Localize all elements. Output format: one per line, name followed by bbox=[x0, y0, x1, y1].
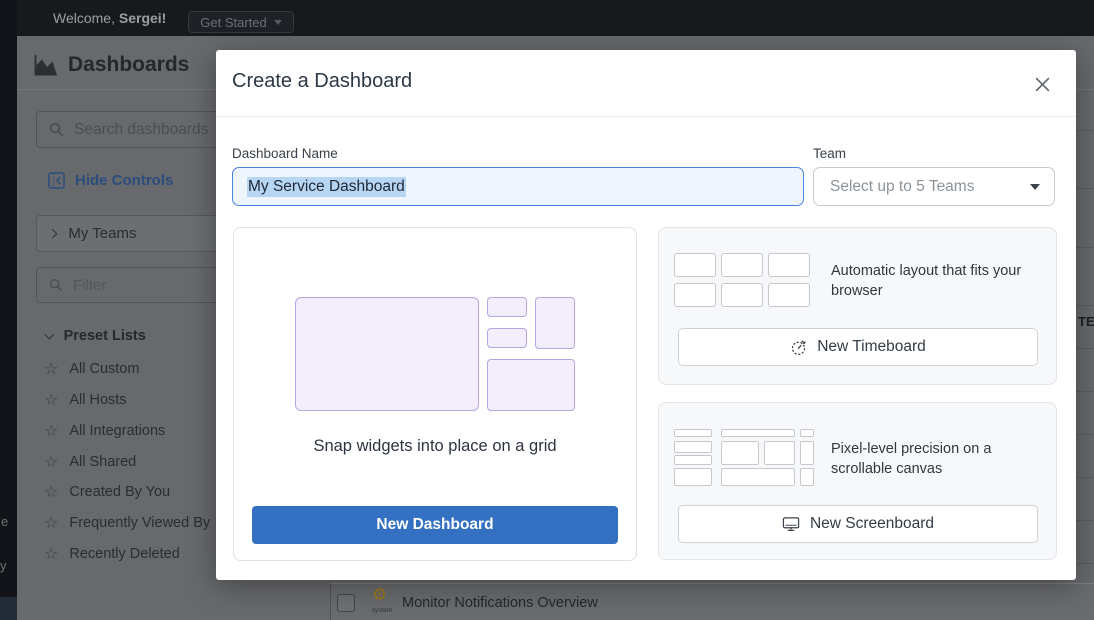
table-row-separator bbox=[1076, 247, 1094, 248]
dashboard-name-value: My Service Dashboard bbox=[247, 177, 406, 197]
preset-item-all-integrations[interactable]: ☆ All Integrations bbox=[44, 423, 165, 439]
widget-shape bbox=[768, 283, 810, 307]
filter-placeholder: Filter bbox=[73, 277, 106, 294]
preset-item-recently-deleted[interactable]: ☆ Recently Deleted bbox=[44, 546, 180, 562]
chevron-down-icon bbox=[45, 330, 54, 339]
preset-item-all-custom[interactable]: ☆ All Custom bbox=[44, 361, 139, 377]
table-row-separator bbox=[1076, 391, 1094, 392]
star-icon: ☆ bbox=[44, 361, 58, 377]
widget-shape bbox=[487, 297, 527, 317]
search-icon bbox=[49, 278, 63, 292]
team-select-placeholder: Select up to 5 Teams bbox=[830, 178, 974, 196]
widget-shape bbox=[487, 328, 527, 348]
welcome-user-name: Sergei! bbox=[119, 10, 166, 26]
modal-title: Create a Dashboard bbox=[232, 70, 412, 93]
grid-layout-illustration bbox=[295, 297, 576, 411]
widget-shape bbox=[721, 253, 763, 277]
table-row-separator bbox=[1076, 563, 1094, 564]
dashboard-name-input[interactable]: My Service Dashboard bbox=[232, 167, 804, 206]
widget-shape bbox=[800, 429, 814, 437]
widget-shape bbox=[674, 455, 712, 465]
star-icon: ☆ bbox=[44, 423, 58, 439]
widget-shape bbox=[674, 468, 712, 486]
get-started-button[interactable]: Get Started bbox=[188, 11, 294, 33]
chevron-right-icon bbox=[47, 228, 57, 238]
star-icon: ☆ bbox=[44, 546, 58, 562]
close-button[interactable] bbox=[1030, 72, 1054, 96]
new-dashboard-button[interactable]: New Dashboard bbox=[252, 506, 618, 544]
nav-text-fragment: y bbox=[0, 558, 7, 573]
dashboard-name-label: Dashboard Name bbox=[232, 146, 338, 161]
nav-text-fragment: e bbox=[1, 514, 8, 529]
system-gear-icon: ⚙ bbox=[372, 587, 387, 604]
preset-lists-header[interactable]: Preset Lists bbox=[46, 328, 146, 344]
system-icon-caption: system bbox=[366, 607, 398, 614]
star-icon: ☆ bbox=[44, 515, 58, 531]
preset-lists-label: Preset Lists bbox=[64, 328, 146, 344]
timeboard-illustration bbox=[674, 253, 814, 308]
widget-shape bbox=[764, 441, 795, 465]
widget-shape bbox=[295, 297, 479, 411]
row-checkbox[interactable] bbox=[337, 594, 355, 612]
widget-shape bbox=[674, 441, 712, 453]
hide-controls-link[interactable]: Hide Controls bbox=[48, 172, 173, 189]
nav-active-indicator bbox=[0, 597, 17, 620]
hide-controls-icon bbox=[48, 172, 65, 189]
preset-item-frequently-viewed[interactable]: ☆ Frequently Viewed By bbox=[44, 515, 210, 531]
team-select[interactable]: Select up to 5 Teams bbox=[813, 167, 1055, 206]
search-placeholder: Search dashboards bbox=[74, 121, 208, 139]
preset-item-created-by-you[interactable]: ☆ Created By You bbox=[44, 484, 170, 500]
screenboard-monitor-icon bbox=[782, 516, 800, 532]
page-title: Dashboards bbox=[68, 53, 189, 77]
dashboard-row-title[interactable]: Monitor Notifications Overview bbox=[402, 595, 598, 611]
modal-header-divider bbox=[216, 116, 1076, 117]
preset-item-all-shared[interactable]: ☆ All Shared bbox=[44, 454, 136, 470]
teams-column-header: TE bbox=[1078, 314, 1094, 329]
table-row-separator bbox=[1076, 520, 1094, 521]
table-row-separator bbox=[1076, 188, 1094, 189]
table-row-separator bbox=[1076, 477, 1094, 478]
widget-shape bbox=[674, 253, 716, 277]
screenboard-caption: Pixel-level precision on a scrollable ca… bbox=[831, 440, 1021, 479]
table-row-separator bbox=[1076, 434, 1094, 435]
my-teams-label: My Teams bbox=[68, 225, 136, 242]
widget-shape bbox=[721, 441, 759, 465]
team-label: Team bbox=[813, 146, 846, 161]
hide-controls-label: Hide Controls bbox=[75, 172, 173, 189]
get-started-label: Get Started bbox=[200, 15, 266, 30]
widget-shape bbox=[721, 468, 795, 486]
widget-shape bbox=[721, 283, 763, 307]
widget-shape bbox=[800, 441, 814, 465]
widget-shape bbox=[721, 429, 795, 437]
widget-shape bbox=[768, 253, 810, 277]
widget-shape bbox=[487, 359, 575, 411]
widget-shape bbox=[674, 283, 716, 307]
new-timeboard-button[interactable]: New Timeboard bbox=[678, 328, 1038, 366]
star-icon: ☆ bbox=[44, 454, 58, 470]
chevron-down-icon bbox=[1030, 184, 1040, 190]
top-bar: Welcome, Sergei! Get Started bbox=[17, 0, 1094, 36]
grid-card-caption: Snap widgets into place on a grid bbox=[233, 437, 637, 456]
timeboard-caption: Automatic layout that fits your browser bbox=[831, 262, 1045, 301]
table-row-separator bbox=[1076, 130, 1094, 131]
collapsed-left-nav: e y bbox=[0, 0, 17, 620]
search-icon bbox=[49, 122, 64, 137]
preset-item-all-hosts[interactable]: ☆ All Hosts bbox=[44, 392, 127, 408]
table-row-separator bbox=[1076, 305, 1094, 306]
new-screenboard-button[interactable]: New Screenboard bbox=[678, 505, 1038, 543]
dashboards-icon bbox=[32, 54, 58, 77]
chevron-down-icon bbox=[274, 20, 282, 25]
app-root: e y Welcome, Sergei! Get Started Dashboa… bbox=[0, 0, 1094, 620]
screenboard-illustration bbox=[674, 429, 814, 486]
star-icon: ☆ bbox=[44, 392, 58, 408]
welcome-text: Welcome, Sergei! bbox=[53, 10, 166, 26]
table-row-separator bbox=[1076, 348, 1094, 349]
widget-shape bbox=[800, 468, 814, 486]
widget-shape bbox=[674, 429, 712, 437]
close-icon bbox=[1033, 75, 1052, 94]
star-icon: ☆ bbox=[44, 484, 58, 500]
widget-shape bbox=[535, 297, 575, 349]
timeboard-clock-icon bbox=[790, 339, 807, 356]
